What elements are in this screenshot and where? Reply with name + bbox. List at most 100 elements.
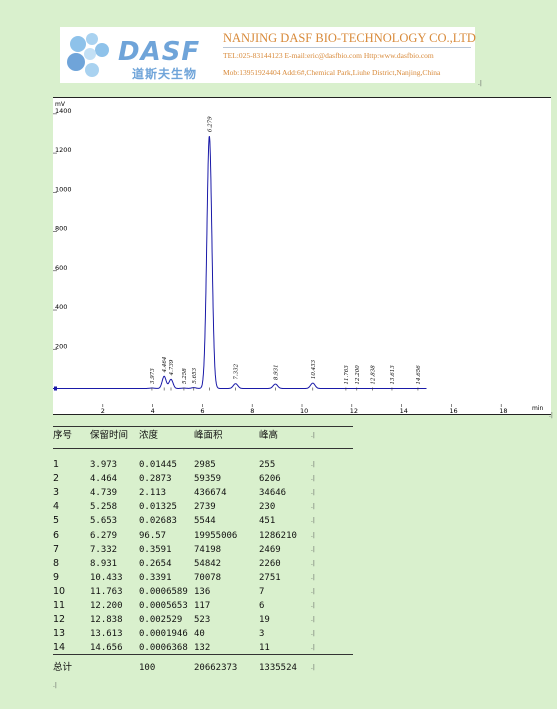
row-concentration: 0.0001946 [139,629,188,640]
peak-label: 8.931 [273,364,279,380]
paragraph-mark: .| [53,682,57,689]
row-concentration: 0.3391 [139,572,172,583]
peak-label: 4.464 [162,356,168,373]
table-header-rule [53,448,353,449]
peak-label: 5.653 [192,367,198,383]
row-concentration: 0.01445 [139,460,177,470]
row-peak-height: 1286210 [259,530,297,541]
paragraph-mark: .| [311,559,315,567]
row-index: 11 [53,600,66,611]
x-tick-label: 18 [499,407,507,414]
row-retention-time: 7.332 [90,544,118,555]
chromatogram-chart: mVmin2004006008001000120014002 4 6 8 10 12 14 1… [53,101,544,415]
row-concentration: 0.002529 [139,615,183,626]
paragraph-mark: .| [311,489,315,497]
row-peak-height: 3 [259,629,265,640]
row-peak-area: 117 [194,601,211,611]
row-index: 2 [53,473,60,485]
paragraph-mark: .| [311,531,315,539]
paragraph-mark: .| [311,664,315,671]
row-index: 13 [53,628,66,640]
x-tick-label: 8 [250,407,254,414]
header-peak-height: 峰高 [259,430,279,441]
x-tick-label: 6 [200,407,204,414]
header-peak-area: 峰面积 [194,430,223,441]
row-retention-time: 6.279 [90,530,118,541]
row-retention-time: 11.763 [90,586,123,597]
row-peak-height: 6 [259,601,265,611]
row-retention-time: 4.739 [90,488,118,499]
row-index: 5 [53,515,60,527]
row-peak-height: 34646 [259,488,287,499]
row-peak-area: 59359 [194,474,222,485]
y-tick-label: 800 [55,225,67,233]
total-concentration: 100 [139,663,156,673]
row-peak-area: 436674 [194,488,227,499]
row-retention-time: 12.200 [90,601,123,611]
row-concentration: 96.57 [139,530,167,541]
row-concentration: 0.3591 [139,544,172,555]
peak-label: 11.763 [344,365,350,385]
peak-label: 7.332 [234,363,240,379]
peak-label: 12.838 [371,365,377,385]
row-index: 4 [53,501,60,513]
x-tick-label: 16 [449,407,457,414]
row-concentration: 0.0006589 [139,586,188,597]
row-index: 8 [53,557,60,569]
row-index: 3 [53,487,60,499]
row-concentration: 0.0005653 [139,601,188,611]
baseline-marker [54,386,57,391]
row-peak-height: 2751 [259,572,281,583]
row-concentration: 0.2873 [139,474,172,485]
row-retention-time: 5.653 [90,516,118,527]
paragraph-mark: .| [311,545,315,553]
row-index: 10 [53,585,66,597]
peak-label: 4.739 [169,359,175,376]
contact-line: TEL:025-83144123 E-mail:eric@dasfbio.com… [223,51,434,60]
total-label: 总计 [53,662,73,673]
paragraph-mark: .| [311,587,315,595]
row-index: 12 [53,614,66,626]
row-peak-area: 5544 [194,516,216,527]
logo-chinese-name: 道斯夫生物 [132,67,198,81]
row-peak-area: 136 [194,586,211,597]
paragraph-mark: .| [311,517,315,525]
peak-label: 10.433 [311,359,317,379]
row-peak-height: 19 [259,615,270,626]
y-tick-label: 1200 [55,146,72,154]
total-height: 1335524 [259,663,297,673]
dasf-logo-icon [67,33,109,77]
row-retention-time: 12.838 [90,615,123,626]
row-retention-time: 8.931 [90,558,118,569]
table-top-rule [53,426,353,427]
row-peak-height: 7 [259,586,265,597]
row-peak-area: 2985 [194,460,216,470]
row-index: 6 [53,529,60,541]
row-retention-time: 5.258 [90,502,118,513]
peak-label: 13.613 [390,365,396,385]
header-index: 序号 [53,430,73,441]
paragraph-mark: .| [478,80,482,87]
signal-trace [53,136,427,389]
row-concentration: 0.2654 [139,558,172,569]
x-tick-label: 10 [300,407,308,414]
row-peak-area: 2739 [194,502,216,513]
peak-label: 6.279 [207,116,213,132]
address-line: Mob:13951924404 Add:6#,Chemical Park,Liu… [223,68,441,77]
row-concentration: 2.113 [139,488,167,499]
row-peak-area: 54842 [194,558,222,569]
row-peak-height: 6206 [259,474,281,485]
paragraph-mark: .| [311,616,315,624]
total-area: 20662373 [194,663,238,673]
row-index: 1 [53,459,60,470]
paragraph-mark: .| [311,602,315,609]
row-concentration: 0.02683 [139,516,177,527]
row-peak-area: 523 [194,615,211,626]
company-name: NANJING DASF BIO-TECHNOLOGY CO.,LTD [223,31,476,45]
row-retention-time: 13.613 [90,629,123,640]
y-tick-label: 1400 [55,107,72,115]
row-peak-area: 74198 [194,544,222,555]
paragraph-mark: .| [311,432,315,439]
x-axis-label: min [532,405,544,412]
x-tick-label: 12 [350,407,358,414]
